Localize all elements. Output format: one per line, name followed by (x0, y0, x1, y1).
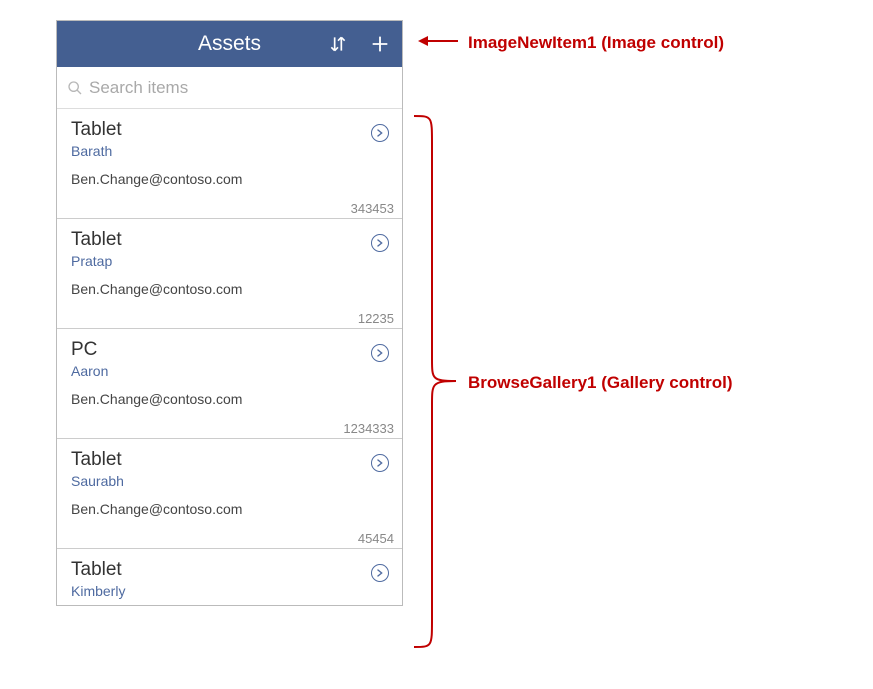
item-number: 45454 (358, 531, 394, 546)
navigate-arrow-icon[interactable] (370, 123, 390, 143)
item-number: 12235 (358, 311, 394, 326)
item-subtitle: Kimberly (71, 583, 388, 599)
item-title: Tablet (71, 449, 388, 471)
annotation-gallery-label: BrowseGallery1 (Gallery control) (468, 373, 733, 393)
app-screen: Assets Tablet Barath Ben.Change@contos (56, 20, 403, 606)
add-icon[interactable] (360, 21, 400, 67)
list-item[interactable]: Tablet Saurabh Ben.Change@contoso.com 45… (57, 439, 402, 549)
header-bar: Assets (57, 21, 402, 67)
item-title: Tablet (71, 119, 388, 141)
item-number: 343453 (351, 201, 394, 216)
navigate-arrow-icon[interactable] (370, 343, 390, 363)
item-email: Ben.Change@contoso.com (71, 171, 388, 187)
item-email: Ben.Change@contoso.com (71, 391, 388, 407)
search-input[interactable] (89, 78, 392, 98)
page-title: Assets (198, 32, 261, 56)
search-bar (57, 67, 402, 109)
navigate-arrow-icon[interactable] (370, 233, 390, 253)
list-item[interactable]: Tablet Barath Ben.Change@contoso.com 343… (57, 109, 402, 219)
search-icon (67, 80, 83, 96)
item-title: PC (71, 339, 388, 361)
item-subtitle: Barath (71, 143, 388, 159)
list-item[interactable]: PC Aaron Ben.Change@contoso.com 1234333 (57, 329, 402, 439)
navigate-arrow-icon[interactable] (370, 453, 390, 473)
item-number: 1234333 (343, 421, 394, 436)
sort-icon[interactable] (318, 21, 358, 67)
list-item[interactable]: Tablet Pratap Ben.Change@contoso.com 122… (57, 219, 402, 329)
annotation-newitem-label: ImageNewItem1 (Image control) (468, 33, 724, 53)
arrow-left-icon (418, 33, 458, 53)
item-subtitle: Saurabh (71, 473, 388, 489)
gallery-bracket-icon (412, 114, 456, 649)
item-subtitle: Pratap (71, 253, 388, 269)
item-title: Tablet (71, 559, 388, 581)
item-title: Tablet (71, 229, 388, 251)
navigate-arrow-icon[interactable] (370, 563, 390, 583)
browse-gallery: Tablet Barath Ben.Change@contoso.com 343… (57, 109, 402, 605)
list-item[interactable]: Tablet Kimberly (57, 549, 402, 605)
item-email: Ben.Change@contoso.com (71, 501, 388, 517)
item-email: Ben.Change@contoso.com (71, 281, 388, 297)
annotation-newitem: ImageNewItem1 (Image control) (418, 33, 724, 53)
item-subtitle: Aaron (71, 363, 388, 379)
